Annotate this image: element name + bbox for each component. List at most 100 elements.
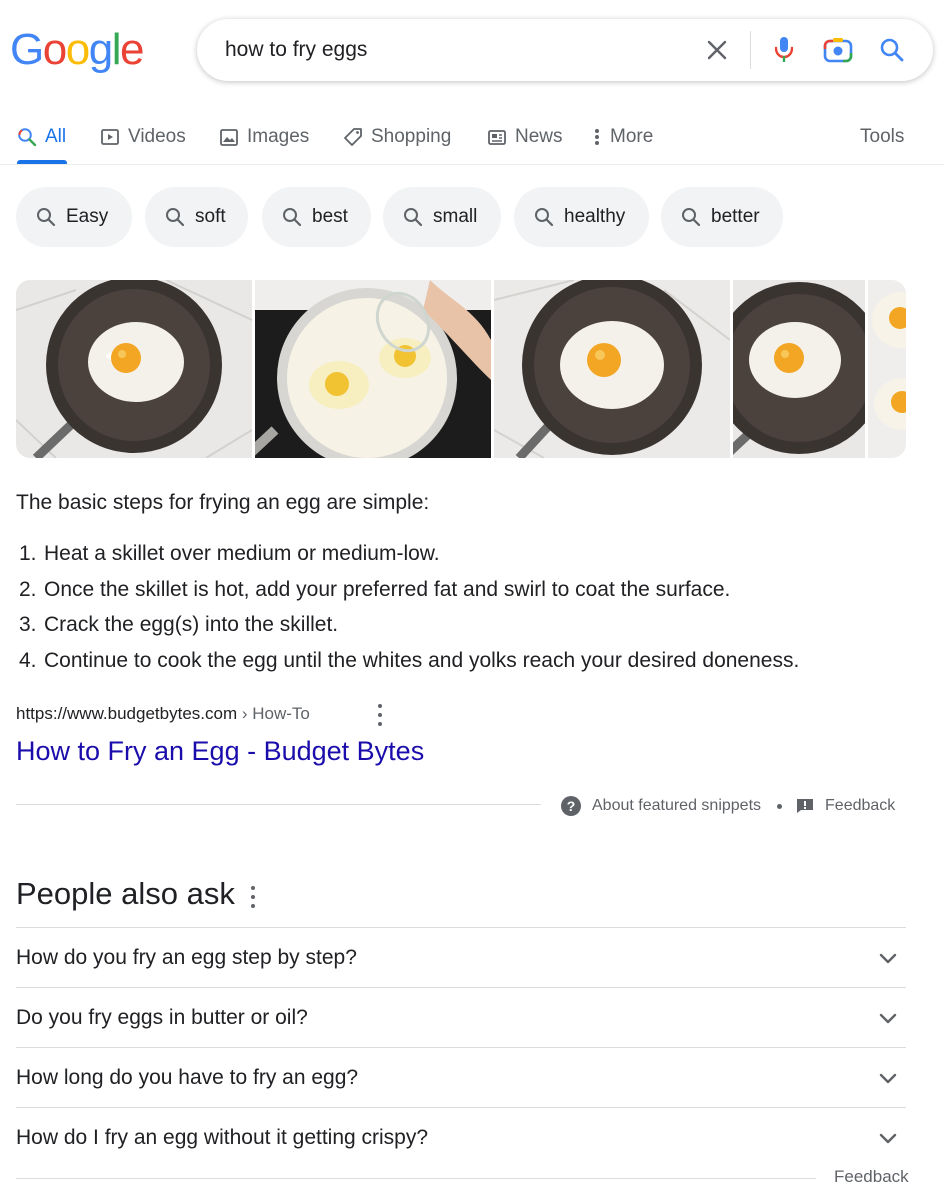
chip-easy[interactable]: Easy [16, 187, 132, 247]
tag-icon [343, 127, 363, 147]
step-text: Heat a skillet over medium or medium-low… [44, 542, 440, 565]
tab-label: More [610, 126, 654, 147]
chip-healthy[interactable]: healthy [514, 187, 649, 247]
chip-label: Easy [66, 206, 109, 227]
chip-label: best [312, 206, 348, 227]
chip-label: healthy [564, 206, 626, 227]
chip-small[interactable]: small [383, 187, 501, 247]
people-also-ask-title: People also ask [16, 876, 235, 911]
list-item: 1. Heat a skillet over medium or medium-l… [16, 536, 799, 572]
source-domain: https://www.budgetbytes.com [16, 704, 238, 723]
camera-lens-icon[interactable] [821, 33, 855, 67]
question-text: Do you fry eggs in butter or oil? [16, 1005, 308, 1029]
tab-shopping[interactable]: Shopping [343, 122, 451, 152]
logo-letter: g [88, 25, 113, 74]
snippet-intro: The basic steps for frying an egg are si… [16, 491, 430, 514]
tab-videos[interactable]: Videos [100, 122, 186, 152]
paa-question[interactable]: Do you fry eggs in butter or oil? [16, 987, 906, 1047]
more-vert-icon [594, 128, 600, 146]
tab-label: Images [247, 126, 310, 147]
step-number: 2. [19, 577, 37, 601]
question-text: How long do you have to fry an egg? [16, 1065, 359, 1089]
question-text: How do I fry an egg without it getting c… [16, 1125, 429, 1149]
logo-letter: o [42, 25, 67, 74]
search-box [197, 19, 933, 81]
fried-egg-closeup-image[interactable] [733, 280, 865, 458]
chevron-down-icon [879, 1073, 897, 1084]
feedback-icon [797, 799, 814, 813]
search-icon [165, 207, 185, 227]
tools-button[interactable]: Tools [860, 122, 904, 152]
chip-label: better [711, 206, 760, 227]
logo-letter: e [119, 25, 144, 74]
snippet-steps-list: 1. Heat a skillet over medium or medium-l… [16, 536, 799, 678]
active-tab-indicator [17, 160, 67, 164]
search-icon [403, 207, 423, 227]
search-divider [750, 31, 751, 69]
step-number: 3. [19, 613, 37, 636]
google-logo[interactable]: Google [10, 24, 144, 76]
search-icon [534, 207, 554, 227]
newspaper-icon [487, 127, 507, 147]
tab-label: All [45, 126, 67, 147]
chevron-down-icon [879, 953, 897, 964]
tab-label: News [515, 126, 563, 147]
mic-icon[interactable] [767, 33, 801, 67]
search-submit-icon[interactable] [875, 33, 909, 67]
tab-images[interactable]: Images [219, 122, 309, 152]
list-item: 3. Crack the egg(s) into the skillet. [16, 607, 799, 643]
breadcrumb: › How-To [237, 704, 310, 723]
tab-label: Videos [128, 126, 186, 147]
divider [16, 804, 541, 805]
more-vert-icon[interactable] [376, 704, 384, 726]
about-featured-snippets-link[interactable]: About featured snippets [592, 797, 761, 815]
chip-better[interactable]: better [661, 187, 783, 247]
result-title-link[interactable]: How to Fry an Egg - Budget Bytes [16, 736, 424, 767]
step-text: Crack the egg(s) into the skillet. [44, 613, 339, 636]
more-vert-icon[interactable] [249, 886, 257, 908]
chip-best[interactable]: best [262, 187, 371, 247]
snippet-footer: ? About featured snippets Feedback [561, 795, 895, 817]
search-icon [36, 207, 56, 227]
logo-letter: o [65, 25, 90, 74]
chevron-down-icon [879, 1013, 897, 1024]
separator-dot [777, 803, 783, 809]
paa-question[interactable]: How do you fry an egg step by step? [16, 927, 906, 987]
step-text: Once the skillet is hot, add your prefer… [44, 577, 731, 601]
feedback-link[interactable]: Feedback [825, 797, 895, 815]
clear-icon[interactable] [700, 33, 734, 67]
search-icon [681, 207, 701, 227]
image-carousel [16, 280, 906, 458]
step-text: Continue to cook the egg until the white… [44, 648, 800, 672]
paa-question[interactable]: How long do you have to fry an egg? [16, 1047, 906, 1107]
step-number: 1. [19, 542, 37, 565]
paa-question[interactable]: How do I fry an egg without it getting c… [16, 1107, 906, 1167]
play-icon [100, 127, 120, 147]
tools-label: Tools [860, 126, 905, 147]
header: Google [0, 0, 944, 100]
source-url[interactable]: https://www.budgetbytes.com › How-To [16, 704, 310, 724]
chevron-down-icon [879, 1133, 897, 1144]
cracking-eggs-skillet-image[interactable] [255, 280, 491, 458]
chip-soft[interactable]: soft [145, 187, 248, 247]
help-icon: ? [561, 796, 581, 816]
fried-eggs-sunny-image[interactable] [868, 280, 906, 458]
tab-more[interactable]: More [594, 122, 653, 152]
image-icon [219, 127, 239, 147]
tab-news[interactable]: News [487, 122, 563, 152]
search-icon [17, 127, 37, 147]
chip-label: small [433, 206, 478, 227]
divider [16, 1178, 816, 1179]
logo-letter: G [10, 25, 44, 74]
search-input[interactable] [225, 33, 685, 67]
fried-egg-skillet-image[interactable] [494, 280, 730, 458]
tab-all[interactable]: All [17, 122, 66, 152]
logo-letter: l [111, 25, 122, 74]
paa-feedback-link[interactable]: Feedback [834, 1167, 909, 1187]
chip-label: soft [195, 206, 226, 227]
list-item: 4. Continue to cook the egg until the whi… [16, 643, 799, 679]
list-item: 2. Once the skillet is hot, add your pref… [16, 572, 799, 608]
fried-egg-pan-image[interactable] [16, 280, 252, 458]
question-text: How do you fry an egg step by step? [16, 945, 357, 969]
search-icon [282, 207, 302, 227]
